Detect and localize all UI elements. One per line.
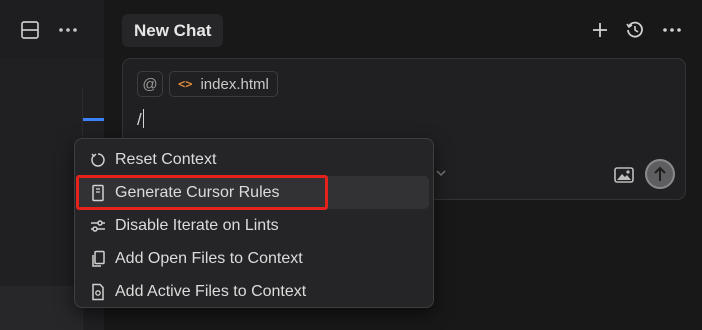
code-file-icon: <> — [178, 77, 193, 91]
chevron-down-icon[interactable] — [435, 167, 447, 179]
at-icon: @ — [142, 75, 158, 93]
text-caret — [142, 109, 144, 128]
context-file-chip[interactable]: <> index.html — [169, 71, 278, 97]
menu-item-add-open-files[interactable]: Add Open Files to Context — [79, 242, 429, 275]
reset-icon — [89, 151, 107, 169]
more-icon[interactable] — [660, 18, 684, 42]
typed-text: / — [137, 110, 142, 129]
send-button[interactable] — [645, 159, 675, 189]
menu-item-add-active-files[interactable]: Add Active Files to Context — [79, 275, 429, 308]
files-icon — [89, 250, 107, 268]
menu-item-label: Add Open Files to Context — [115, 249, 303, 267]
tab-new-chat[interactable]: New Chat — [122, 14, 224, 47]
menu-item-label: Disable Iterate on Lints — [115, 216, 279, 234]
layout-panel-icon[interactable] — [18, 18, 42, 42]
more-icon[interactable] — [56, 18, 80, 42]
composer-input[interactable]: / — [137, 109, 144, 130]
context-file-label: index.html — [200, 75, 269, 93]
editor-toolbar — [0, 0, 104, 58]
sliders-icon — [89, 217, 107, 235]
chat-tab-title: New Chat — [134, 20, 212, 40]
image-icon[interactable] — [613, 165, 635, 185]
active-file-icon — [89, 283, 107, 301]
menu-item-label: Reset Context — [115, 150, 217, 168]
highlight-annotation — [76, 175, 328, 210]
mention-button[interactable]: @ — [137, 71, 163, 97]
new-chat-icon[interactable] — [588, 18, 612, 42]
arrow-up-icon — [654, 166, 666, 181]
slash-command-menu: Reset Context Generate Cursor Rules Disa… — [74, 138, 434, 308]
active-tab-indicator — [83, 118, 104, 121]
editor-row — [0, 286, 82, 330]
menu-item-reset-context[interactable]: Reset Context — [79, 143, 429, 176]
menu-item-label: Add Active Files to Context — [115, 282, 307, 300]
history-icon[interactable] — [623, 18, 647, 42]
menu-item-disable-iterate-on-lints[interactable]: Disable Iterate on Lints — [79, 209, 429, 242]
